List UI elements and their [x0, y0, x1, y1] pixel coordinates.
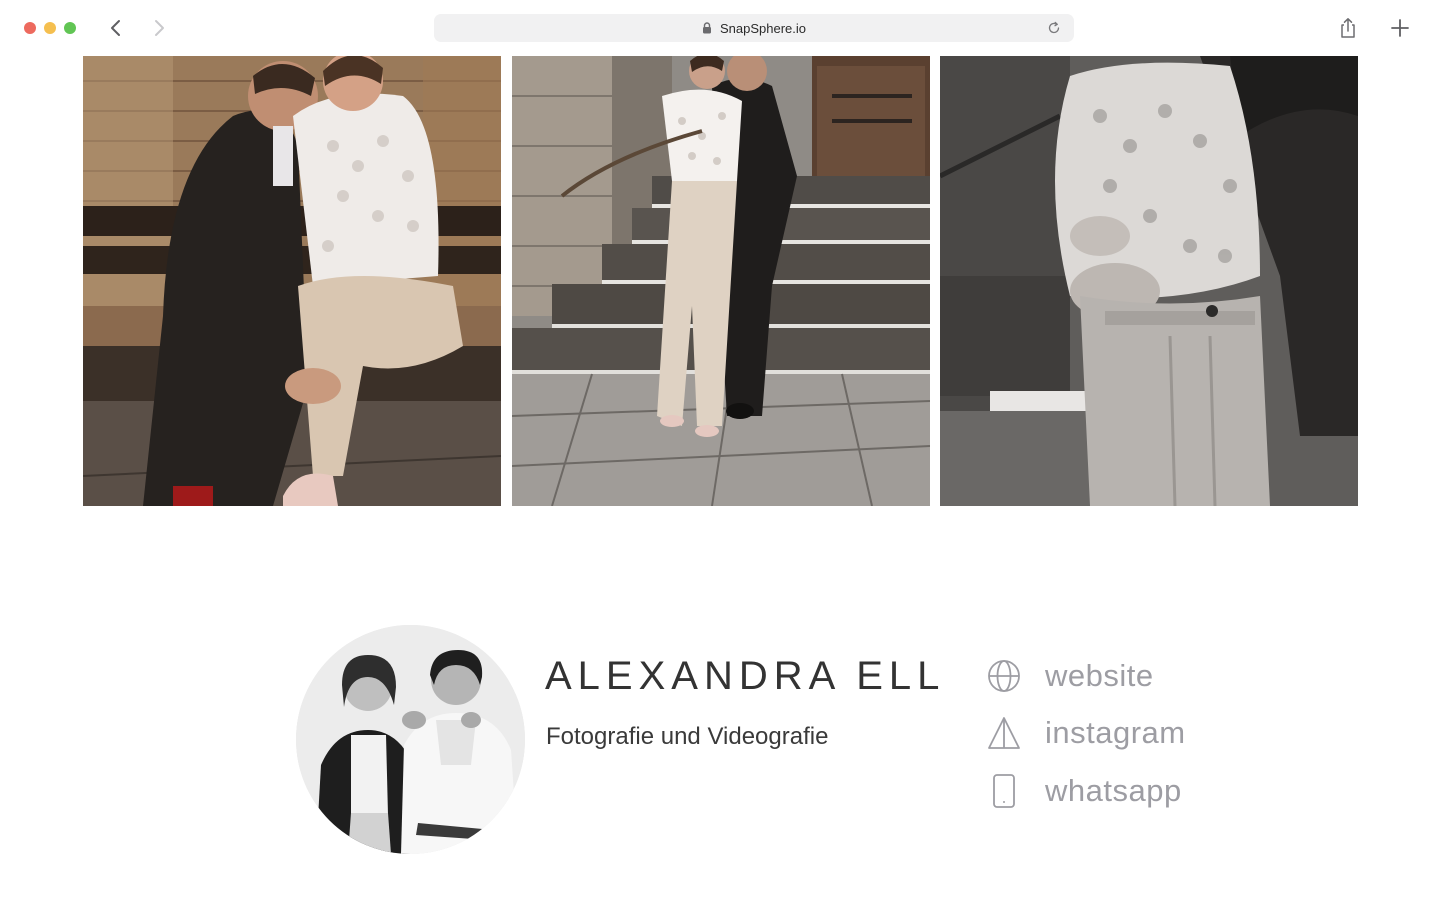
gallery-photo-1[interactable] [83, 56, 501, 506]
website-link-label: website [1045, 658, 1154, 693]
address-url: SnapSphere.io [719, 20, 806, 36]
profile-avatar [296, 625, 525, 854]
photo-couple-embrace-bw [940, 56, 1358, 506]
browser-chrome: SnapSphere.io [0, 0, 1440, 56]
address-bar[interactable]: SnapSphere.io [434, 14, 1074, 42]
website-link[interactable]: website [985, 654, 1154, 698]
chevron-left-icon [111, 20, 120, 36]
instagram-link-label: instagram [1045, 715, 1186, 750]
forward-button[interactable] [147, 16, 171, 40]
phone-icon [985, 772, 1023, 810]
new-tab-icon[interactable] [1388, 16, 1412, 40]
gallery-photo-3[interactable] [940, 56, 1358, 506]
back-button[interactable] [104, 16, 128, 40]
lock-icon [702, 22, 712, 34]
whatsapp-link[interactable]: whatsapp [985, 769, 1182, 813]
maximize-window-button[interactable] [64, 22, 76, 34]
reload-icon[interactable] [1046, 20, 1062, 36]
whatsapp-link-label: whatsapp [1045, 773, 1182, 808]
minimize-window-button[interactable] [44, 22, 56, 34]
instagram-link[interactable]: instagram [985, 711, 1186, 755]
chevron-right-icon [155, 20, 164, 36]
photo-couple-bench [83, 56, 501, 506]
gallery-photo-2[interactable] [512, 56, 930, 506]
globe-icon [985, 657, 1023, 695]
photo-couple-steps [512, 56, 930, 506]
photo-gallery [83, 56, 1358, 506]
profile-tagline: Fotografie und Videografie [546, 723, 829, 750]
close-window-button[interactable] [24, 22, 36, 34]
instagram-icon [985, 714, 1023, 752]
avatar-duo-photo [296, 625, 525, 854]
profile-name: ALEXANDRA ELL [545, 654, 946, 698]
share-icon[interactable] [1336, 16, 1360, 40]
